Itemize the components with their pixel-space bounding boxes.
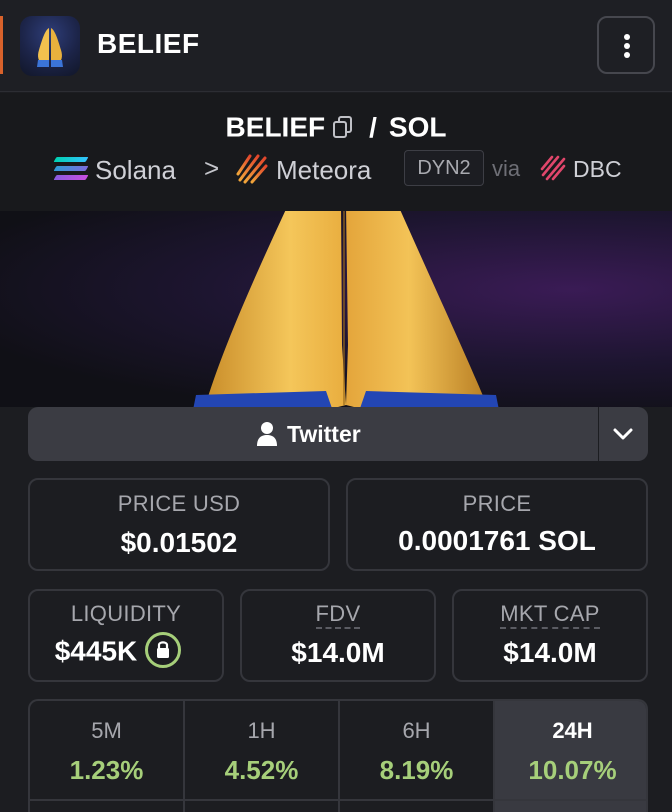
price-native-value: 0.0001761 SOL — [398, 525, 596, 556]
token-banner-image — [0, 211, 672, 407]
chain-link[interactable]: Solana — [95, 155, 176, 186]
fdv-label[interactable]: FDV — [315, 601, 361, 629]
liquidity-card: LIQUIDITY $445K — [28, 589, 224, 682]
liquidity-value: $445K — [54, 635, 138, 667]
tab-24h-label: 24H — [552, 718, 593, 743]
launchpad-link[interactable]: DBC — [573, 156, 622, 183]
tab-5m-value: 1.23% — [69, 755, 144, 785]
tabs-divider — [30, 799, 646, 801]
lock-icon[interactable] — [145, 632, 182, 668]
liquidity-label: LIQUIDITY — [70, 601, 182, 626]
quote-token: SOL — [388, 111, 447, 143]
twitter-link-button[interactable]: Twitter — [28, 407, 598, 461]
mktcap-label-wrap: MKT CAP — [454, 601, 646, 629]
solana-icon — [53, 157, 89, 181]
via-label: via — [492, 156, 521, 181]
pair-separator: / — [369, 111, 377, 143]
app-header: BELIEF — [0, 0, 672, 92]
tab-6h-value: 8.19% — [379, 755, 454, 785]
tab-1h[interactable]: 1H 4.52% — [185, 701, 340, 812]
tab-5m-label: 5M — [91, 718, 122, 743]
pair-info: BELIEF / SOL Solana > Meteora DYN2 via DBC — [0, 93, 672, 211]
tab-6h-label: 6H — [402, 718, 431, 743]
price-change-tabs: 5M 1.23% 1H 4.52% 6H 8.19% 24H 10.07% — [28, 699, 648, 812]
kebab-menu-icon-dot — [624, 43, 630, 49]
tab-1h-value: 4.52% — [224, 755, 299, 785]
fdv-label-wrap: FDV — [242, 601, 434, 629]
tab-1h-label: 1H — [247, 718, 276, 743]
pool-type-badge: DYN2 — [404, 150, 484, 186]
praying-hands-image — [193, 211, 499, 407]
copy-icon[interactable] — [331, 115, 353, 140]
token-logo-icon — [20, 16, 80, 76]
kebab-menu-icon — [624, 34, 630, 40]
user-icon — [257, 422, 277, 446]
price-native-label: PRICE — [462, 491, 532, 516]
base-token: BELIEF — [225, 111, 326, 143]
price-usd-card: PRICE USD $0.01502 — [28, 478, 330, 571]
dbc-icon — [540, 155, 566, 181]
tab-24h[interactable]: 24H 10.07% — [495, 701, 646, 812]
tab-5m[interactable]: 5M 1.23% — [30, 701, 185, 812]
market-cap-card: MKT CAP $14.0M — [452, 589, 648, 682]
active-edge-indicator — [0, 16, 3, 74]
liquidity-value-row: $445K — [22, 632, 214, 671]
price-usd-value: $0.01502 — [120, 527, 238, 558]
pair-title: BELIEF / SOL — [0, 110, 672, 144]
price-native-card: PRICE 0.0001761 SOL — [346, 478, 648, 571]
tab-24h-value: 10.07% — [528, 755, 617, 785]
mktcap-value: $14.0M — [503, 637, 597, 668]
dex-link[interactable]: Meteora — [276, 155, 371, 186]
fdv-card: FDV $14.0M — [240, 589, 436, 682]
chain-breadcrumb: Solana > Meteora DYN2 via DBC — [0, 150, 672, 186]
price-usd-label: PRICE USD — [117, 491, 241, 516]
kebab-menu-icon-dot — [624, 52, 630, 58]
chevron-down-icon — [613, 428, 633, 440]
twitter-label: Twitter — [287, 421, 361, 447]
mktcap-label[interactable]: MKT CAP — [500, 601, 600, 629]
meteora-icon — [236, 154, 268, 184]
chevron-right-icon: > — [204, 153, 220, 183]
socials-dropdown-button[interactable] — [599, 407, 648, 461]
more-options-button[interactable] — [597, 16, 655, 74]
tab-6h[interactable]: 6H 8.19% — [340, 701, 495, 812]
fdv-value: $14.0M — [291, 637, 385, 668]
token-title: BELIEF — [97, 28, 200, 59]
